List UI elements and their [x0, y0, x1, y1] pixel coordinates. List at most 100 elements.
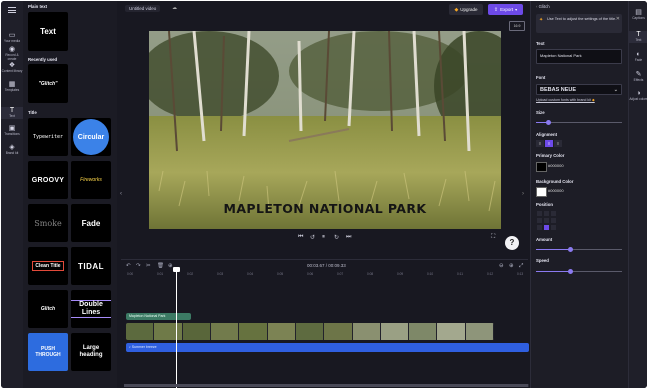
upgrade-button[interactable]: ◆ Upgrade — [449, 4, 483, 15]
help-button[interactable]: ? — [505, 236, 519, 250]
ruler-tick-label: 0:10 — [427, 272, 434, 276]
panel-header: ‹ Glitch — [536, 4, 550, 9]
background-color-swatch[interactable] — [536, 187, 547, 197]
ruler-tick-label: 0:03 — [217, 272, 224, 276]
skip-forward-icon[interactable]: ⏭ — [346, 234, 351, 241]
font-select[interactable]: BEBAS NEUE ⌄ — [536, 84, 622, 95]
nav-item-templates[interactable]: ▦ Templates — [1, 81, 23, 93]
export-label: Export — [500, 7, 514, 12]
nav-item-your-media[interactable]: ▭ Your media — [1, 32, 23, 44]
nav-item-record-create[interactable]: ◉ Record & create — [1, 46, 23, 61]
caption-text[interactable]: MAPLETON NATIONAL PARK — [149, 201, 501, 216]
background-color-value[interactable]: #000000 — [548, 188, 564, 193]
tab-text[interactable]: T Text — [629, 31, 647, 43]
delete-icon[interactable]: 🗑 — [157, 263, 164, 269]
playhead[interactable] — [176, 270, 177, 388]
project-title[interactable]: Untitled video — [125, 5, 161, 12]
alignment-label: Alignment — [536, 132, 558, 137]
text-tile-circular[interactable]: Circular — [71, 118, 111, 156]
split-icon[interactable]: ✂ — [146, 263, 151, 269]
text-input[interactable]: Mapleton National Park — [536, 49, 622, 64]
cloud-sync-icon[interactable]: ☁ — [172, 5, 177, 11]
undo-icon[interactable]: ↶ — [126, 263, 131, 269]
close-icon[interactable]: ✕ — [616, 16, 620, 22]
zoom-in-icon[interactable]: ⊕ — [509, 263, 514, 269]
primary-color-value[interactable]: #000000 — [548, 163, 564, 168]
text-tile-push[interactable]: PUSH THROUGH — [28, 333, 68, 371]
tab-captions[interactable]: ▤ Captions — [629, 9, 647, 21]
nav-item-brand-kit[interactable]: ◈ Brand kit — [1, 144, 23, 156]
text-tile-groovy[interactable]: GROOVY — [28, 161, 68, 199]
fullscreen-icon[interactable]: ⛶ — [491, 234, 495, 241]
timeline-scrollbar[interactable] — [124, 384, 529, 387]
speed-slider-knob[interactable] — [567, 269, 573, 274]
speed-slider[interactable] — [536, 269, 622, 274]
text-tile-plain[interactable]: Text — [28, 12, 68, 51]
tile-label: Glitch — [40, 306, 56, 312]
playhead-handle[interactable] — [173, 267, 180, 272]
tile-label: Typewriter — [32, 134, 64, 140]
tile-label: "Glitch" — [38, 80, 58, 87]
forward-icon[interactable]: ↻ — [334, 234, 339, 241]
fit-timeline-icon[interactable]: ⤢ — [519, 263, 523, 270]
text-tile-large[interactable]: Large heading — [71, 333, 111, 371]
tip-box: ✦ Use Text to adjust the settings of the… — [536, 14, 622, 33]
top-bar: Untitled video ☁ ◆ Upgrade ⇪ Export ▾ 16… — [121, 1, 528, 31]
align-center-icon[interactable]: ≡ — [545, 140, 553, 147]
aspect-ratio-button[interactable]: 16:9 — [509, 21, 525, 31]
timeline-ruler[interactable]: 0:00 0:01 0:02 0:03 0:04 0:05 0:06 0:07 0:08 0:09… — [127, 272, 527, 278]
text-tile-recent-glitch[interactable]: "Glitch" — [28, 64, 68, 103]
add-media-icon[interactable]: ⊕ — [168, 263, 173, 269]
position-grid[interactable] — [536, 210, 557, 231]
amount-slider[interactable] — [536, 247, 622, 252]
primary-color-swatch[interactable] — [536, 162, 547, 172]
nav-item-label: Your media — [3, 39, 20, 43]
tile-label: Clean Title — [32, 261, 64, 271]
text-tile-fade[interactable]: Fade — [71, 204, 111, 242]
amount-slider-knob[interactable] — [567, 247, 573, 252]
tile-label: Fireworks — [80, 177, 102, 183]
nav-item-transitions[interactable]: ▣ Transitions — [1, 125, 23, 137]
ruler-tick-label: 0:06 — [307, 272, 314, 276]
nav-item-label: Record & create — [5, 53, 19, 61]
text-tile-smoke[interactable]: Smoke — [28, 204, 68, 242]
redo-icon[interactable]: ↷ — [136, 263, 141, 269]
text-tile-fireworks[interactable]: Fireworks — [71, 161, 111, 199]
collapse-panel-icon[interactable]: ‹ — [120, 191, 124, 203]
text-clip[interactable]: Mapleton National Park — [126, 313, 191, 320]
tab-label: Effects — [633, 78, 644, 82]
tab-label: Captions — [632, 16, 645, 20]
nav-item-label: Templates — [4, 88, 20, 92]
expand-panel-icon[interactable]: › — [522, 191, 524, 197]
background-color-label: Background Color — [536, 179, 574, 184]
size-slider[interactable] — [536, 120, 622, 125]
nav-item-label: Brand kit — [5, 151, 19, 155]
size-slider-knob[interactable] — [546, 120, 552, 125]
skip-back-icon[interactable]: ⏮ — [298, 234, 303, 241]
chevron-icon: ‹ — [536, 4, 538, 9]
pause-icon[interactable]: ⏸ — [322, 234, 325, 241]
rewind-icon[interactable]: ↺ — [310, 234, 315, 241]
tab-fade[interactable]: ◐ Fade — [629, 51, 647, 63]
text-tile-typewriter[interactable]: Typewriter — [28, 118, 68, 156]
zoom-out-icon[interactable]: ⊖ — [499, 263, 504, 269]
tile-label: Circular — [77, 133, 105, 141]
ruler-tick-label: 0:11 — [457, 272, 463, 276]
audio-clip[interactable]: ♪ Summer breeze — [126, 343, 529, 352]
tab-adjust-colors[interactable]: ◑ Adjust colors — [629, 90, 647, 102]
nav-item-content-library[interactable]: ❖ Content library — [1, 62, 23, 74]
text-tile-clean[interactable]: Clean Title — [28, 247, 68, 285]
video-preview[interactable]: MAPLETON NATIONAL PARK — [149, 31, 501, 229]
menu-icon[interactable] — [8, 7, 16, 13]
align-left-icon[interactable]: ≡ — [536, 140, 544, 147]
video-clip[interactable] — [126, 323, 494, 340]
align-right-icon[interactable]: ≡ — [554, 140, 562, 147]
text-tile-tidal[interactable]: TIDAL — [71, 247, 111, 285]
export-button[interactable]: ⇪ Export ▾ — [488, 4, 523, 15]
text-tile-double[interactable]: Double Lines — [71, 290, 111, 328]
nav-item-text[interactable]: T Text — [1, 107, 23, 119]
text-tile-glitch[interactable]: Glitch — [28, 290, 68, 328]
upload-fonts-link[interactable]: Upload custom fonts with brand kit ◆ — [536, 98, 595, 102]
tab-effects[interactable]: ✎ Effects — [629, 71, 647, 83]
section-heading-title: Title — [28, 110, 37, 115]
